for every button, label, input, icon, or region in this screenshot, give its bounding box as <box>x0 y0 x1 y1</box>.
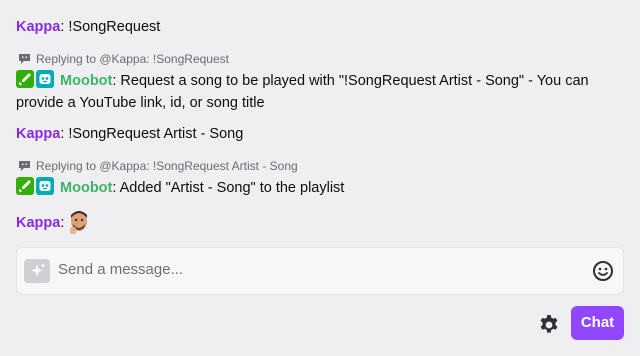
reply-text: Replying to @Kappa: !SongRequest <box>36 52 229 66</box>
chat-message: Kappa: !SongRequest <box>16 16 160 38</box>
chat-message: Moobot: Request a song to be played with… <box>16 70 616 114</box>
username[interactable]: Kappa <box>16 19 60 35</box>
message-text: !SongRequest Artist - Song <box>64 126 244 142</box>
reply-context[interactable]: Replying to @Kappa: !SongRequest <box>18 51 229 67</box>
message-text: !SongRequest <box>64 19 161 35</box>
gear-icon[interactable] <box>537 313 561 337</box>
face-emote[interactable] <box>68 209 90 235</box>
chat-message: Kappa: !SongRequest Artist - Song <box>16 123 243 145</box>
sparkle-icon[interactable] <box>24 259 50 283</box>
moderator-sword-icon[interactable] <box>16 177 34 195</box>
chat-message: Moobot: Added "Artist - Song" to the pla… <box>16 177 344 199</box>
smiley-icon[interactable] <box>592 260 614 282</box>
separator: : <box>60 215 65 231</box>
username[interactable]: Kappa <box>16 126 60 142</box>
bot-icon[interactable] <box>36 177 54 195</box>
message-text: Added "Artist - Song" to the playlist <box>116 180 345 196</box>
username[interactable]: Moobot <box>60 180 112 196</box>
message-input-box[interactable]: Send a message... <box>16 247 624 295</box>
username[interactable]: Kappa <box>16 215 60 231</box>
moderator-sword-icon[interactable] <box>16 70 34 88</box>
reply-bubble-icon <box>19 54 30 64</box>
reply-bubble-icon <box>19 161 30 171</box>
chat-send-button[interactable]: Chat <box>571 306 624 340</box>
username[interactable]: Moobot <box>60 73 112 89</box>
bot-icon[interactable] <box>36 70 54 88</box>
reply-text: Replying to @Kappa: !SongRequest Artist … <box>36 159 298 173</box>
reply-context[interactable]: Replying to @Kappa: !SongRequest Artist … <box>18 158 298 174</box>
chat-message: Kappa: <box>16 209 90 235</box>
message-input[interactable]: Send a message... <box>58 261 183 278</box>
